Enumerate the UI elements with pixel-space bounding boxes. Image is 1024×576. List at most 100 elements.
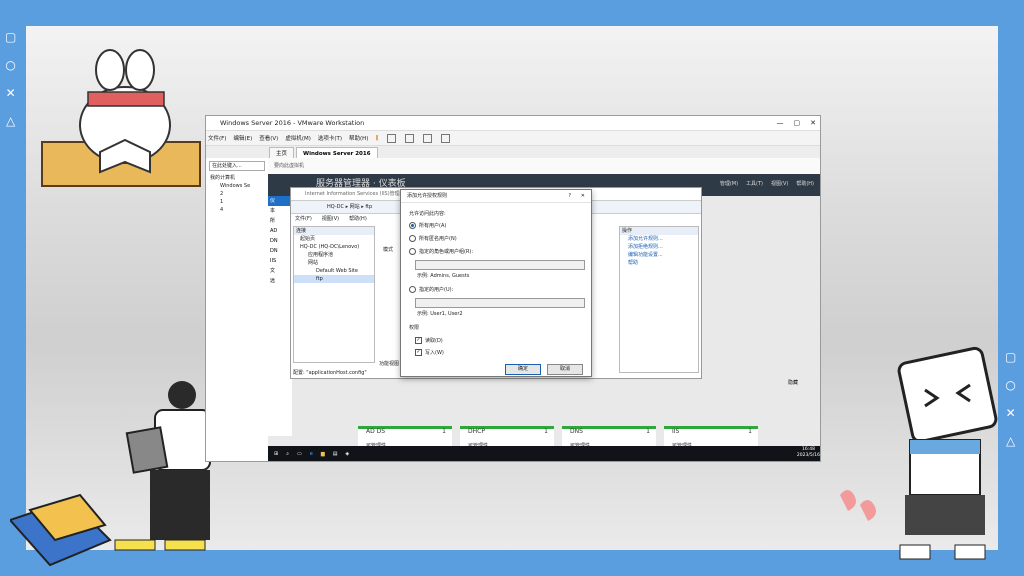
iis-icon[interactable]: ◈ [345,451,349,457]
users-option[interactable]: 指定的用户(U): [409,286,453,293]
square-icon: ▢ [1005,350,1017,364]
right-shape-icons: ▢ ○ ✕ △ [1005,350,1016,448]
tv-robot-sticker [840,346,998,560]
action-link[interactable]: 编辑功能设置... [620,251,698,259]
triangle-icon: △ [6,114,16,128]
menu-tabs[interactable]: 选项卡(T) [318,134,342,142]
menu-file[interactable]: 文件(F) [208,134,226,142]
write-permission[interactable]: ✓ 写入(W) [415,349,444,356]
vm-hint-bar: 要向此虚拟机 [268,158,820,175]
tree-node-selected[interactable]: ftp [294,275,374,283]
connections-pane: 连接 起始页 HQ-DC (HQ-DC\Lenovo) 应用程序池 网站 Def… [293,226,375,363]
nav-item[interactable]: DN [268,246,292,256]
tree-node[interactable]: 起始页 [294,235,374,243]
tile-count: 1 [748,428,752,435]
ok-button[interactable]: 确定 [505,364,541,375]
library-panel: 在此处键入... 我的计算机 Windows Se 2 1 4 [206,158,269,461]
feature-view-tab[interactable]: 功能视图 [379,360,399,367]
nav-item[interactable]: AD [268,226,292,236]
close-icon[interactable]: ✕ [810,116,816,130]
explorer-icon[interactable]: ▆ [321,451,325,457]
roles-field[interactable] [415,260,585,270]
menu-manage[interactable]: 管理(M) [720,180,738,187]
users-example: 示例: User1, User2 [417,311,463,317]
menu-tools[interactable]: 工具(T) [746,180,763,187]
console-icon[interactable] [441,133,451,143]
write-checkbox[interactable]: ✓ [415,349,422,356]
library-item[interactable]: 1 [206,198,268,206]
circle-icon: ○ [1005,378,1016,392]
menu-help[interactable]: 帮助(H) [349,134,368,142]
access-section-label: 允许访问此内容: [409,211,446,217]
edge-icon[interactable]: e [310,451,313,457]
left-shape-icons: ▢ ○ ✕ △ [5,30,16,128]
action-link[interactable]: 添加允许规则... [620,235,698,243]
nav-item[interactable]: 本 [268,206,292,216]
anonymous-users-option[interactable]: 所有匿名用户(N) [409,235,457,242]
server-manager-icon[interactable]: ▤ [333,451,338,457]
center-label: 模式 [383,247,394,253]
tree-node[interactable]: HQ-DC (HQ-DC\Lenovo) [294,243,374,251]
menu-view[interactable]: 查看(V) [259,134,278,142]
nav-item[interactable]: 所 [268,216,292,226]
users-label: 指定的用户(U): [419,287,454,293]
square-icon: ▢ [5,30,17,44]
all-users-label: 所有用户(A) [419,223,447,229]
taskview-icon[interactable]: ▭ [297,451,302,457]
circle-icon: ○ [5,58,16,72]
menu-vm[interactable]: 虚拟机(M) [285,134,311,142]
nav-item[interactable]: DN [268,236,292,246]
all-users-option[interactable]: 所有用户(A) [409,222,446,229]
tree-node[interactable]: Default Web Site [294,267,374,275]
library-item[interactable]: 4 [206,206,268,214]
radio-selected[interactable] [409,222,416,229]
action-link[interactable]: 帮助 [620,259,698,267]
fullscreen-icon[interactable] [423,133,433,143]
hide-label[interactable]: 隐藏 [788,379,798,386]
pause-icon[interactable]: ‖ [375,135,378,141]
roles-label: 指定的角色或用户组(R): [419,249,474,255]
window-title: Windows Server 2016 - VMware Workstation [220,119,365,127]
cross-icon: ✕ [5,86,16,100]
roles-example: 示例: Admins, Guests [417,273,470,279]
radio[interactable] [409,235,416,242]
connections-header: 连接 [294,227,374,235]
cross-icon: ✕ [1005,406,1016,420]
menu-view[interactable]: 视图(V) [771,180,788,187]
tree-node[interactable]: 网站 [294,259,374,267]
library-item[interactable]: 2 [206,190,268,198]
nav-item[interactable]: IIS [268,256,292,266]
nav-item[interactable]: 文 [268,266,292,276]
help-icon[interactable]: ? [568,190,571,202]
close-icon[interactable]: ✕ [581,190,585,202]
radio[interactable] [409,286,416,293]
tree-node[interactable]: 应用程序池 [294,251,374,259]
search-icon[interactable]: ⌕ [286,451,289,457]
menu-edit[interactable]: 编辑(E) [233,134,252,142]
cancel-button[interactable]: 取消 [547,364,583,375]
read-permission[interactable]: ✓ 读取(D) [415,337,443,344]
start-icon[interactable]: ⊞ [274,451,278,457]
minimize-icon[interactable]: — [777,116,784,130]
dialog-titlebar: 添加允许授权规则 ? ✕ [401,190,591,203]
menu-view[interactable]: 视图(V) [322,214,339,224]
roles-option[interactable]: 指定的角色或用户组(R): [409,248,473,255]
tile-name: AD DS [366,428,386,435]
menu-file[interactable]: 文件(F) [295,214,312,224]
nav-item[interactable]: 仪 [268,196,292,206]
library-item[interactable]: Windows Se [206,182,268,190]
maximize-icon[interactable]: ▢ [794,116,801,130]
nav-item[interactable]: 远 [268,276,292,286]
users-field[interactable] [415,298,585,308]
read-checkbox[interactable]: ✓ [415,337,422,344]
tile-count: 1 [544,428,548,435]
taskbar-clock[interactable]: 16:48 2023/5/16 [797,447,820,459]
revert-icon[interactable] [405,133,415,143]
action-link[interactable]: 添加拒绝规则... [620,243,698,251]
menu-help[interactable]: 帮助(H) [796,180,814,187]
library-root[interactable]: 我的计算机 [206,174,268,182]
library-search-input[interactable]: 在此处键入... [209,161,265,171]
radio[interactable] [409,248,416,255]
menu-help[interactable]: 帮助(H) [349,214,367,224]
snapshot-icon[interactable] [387,133,397,143]
